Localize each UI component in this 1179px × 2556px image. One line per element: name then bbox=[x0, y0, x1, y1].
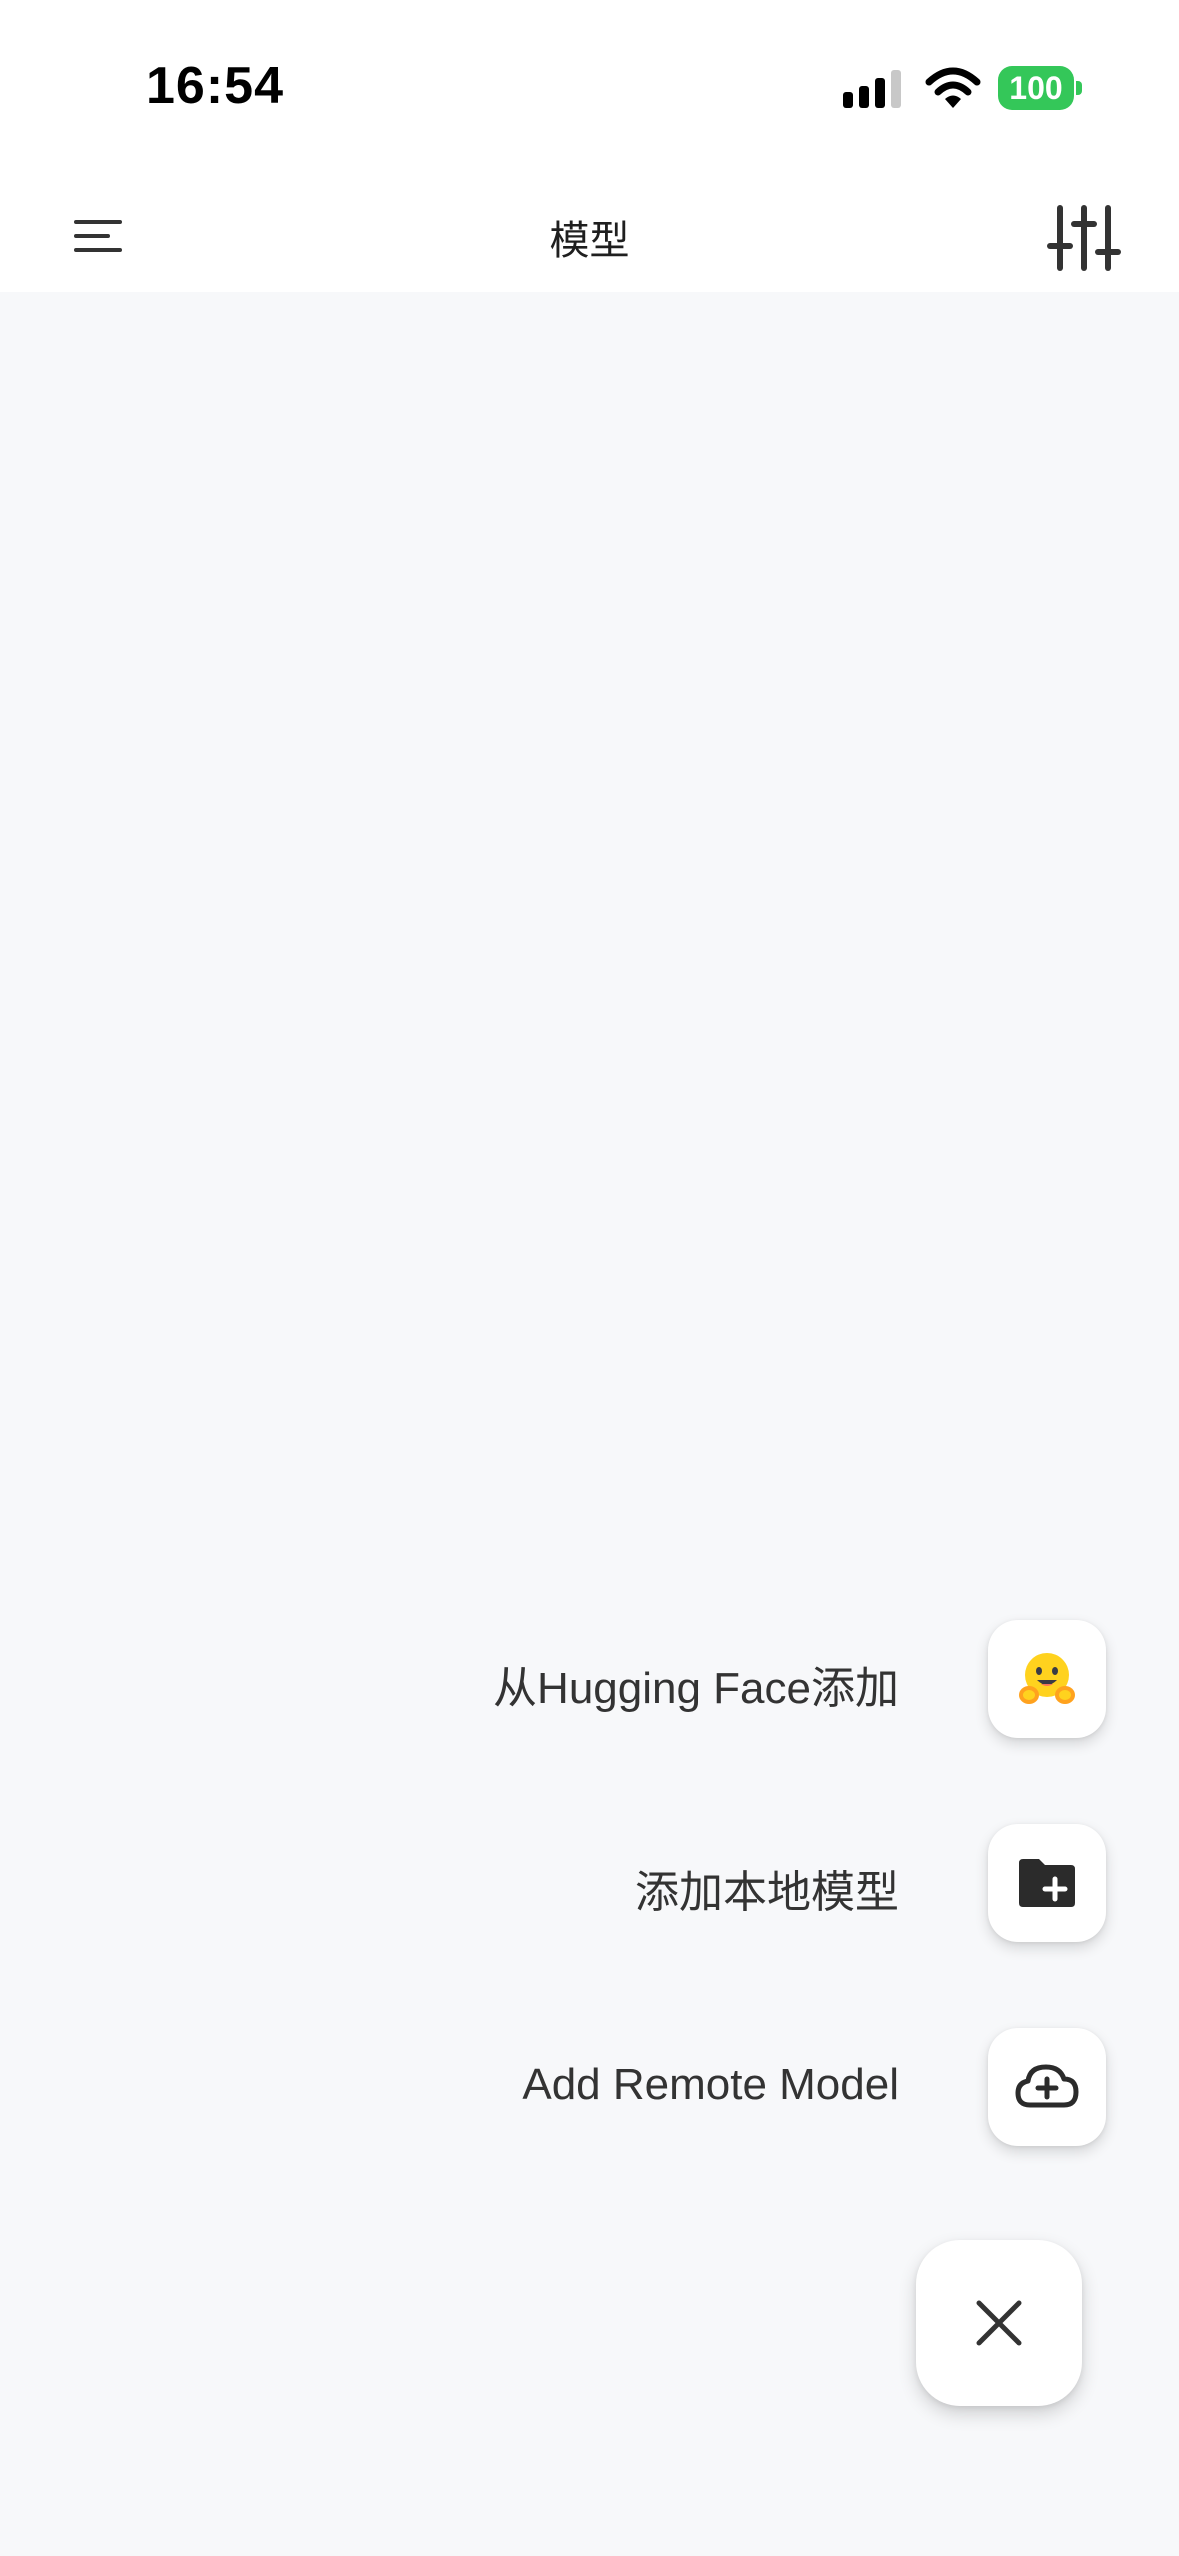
fab-label-local-model[interactable]: 添加本地模型 bbox=[635, 1856, 899, 1920]
add-remote-model-button[interactable] bbox=[988, 2028, 1106, 2146]
battery-tip bbox=[1076, 81, 1082, 95]
fab-label-hugging-face[interactable]: 从Hugging Face添加 bbox=[493, 1652, 899, 1716]
hugging-face-icon bbox=[1019, 1653, 1075, 1704]
app-header: 模型 bbox=[0, 180, 1179, 292]
sliders-icon[interactable] bbox=[1046, 200, 1122, 276]
model-list-area bbox=[0, 292, 1179, 2556]
battery-level: 100 bbox=[998, 66, 1074, 110]
fab-item-hugging-face[interactable]: 从Hugging Face添加 bbox=[0, 1620, 1179, 1740]
close-icon bbox=[976, 2300, 1022, 2346]
cloud-plus-icon bbox=[1015, 2064, 1079, 2108]
wifi-icon bbox=[925, 67, 981, 108]
fab-item-local-model[interactable]: 添加本地模型 bbox=[0, 1824, 1179, 1944]
battery-icon: 100 bbox=[998, 66, 1082, 110]
fab-label-remote-model[interactable]: Add Remote Model bbox=[522, 2060, 899, 2110]
status-time: 16:54 bbox=[146, 57, 284, 115]
page-title: 模型 bbox=[549, 219, 630, 263]
cellular-signal-icon bbox=[843, 70, 901, 108]
status-bar: 16:54 100 bbox=[0, 0, 1179, 180]
hugging-face-button[interactable] bbox=[988, 1620, 1106, 1738]
fab-item-remote-model[interactable]: Add Remote Model bbox=[0, 2028, 1179, 2148]
close-fab-button[interactable] bbox=[916, 2240, 1082, 2406]
folder-plus-icon bbox=[1019, 1859, 1075, 1907]
add-local-model-button[interactable] bbox=[988, 1824, 1106, 1942]
